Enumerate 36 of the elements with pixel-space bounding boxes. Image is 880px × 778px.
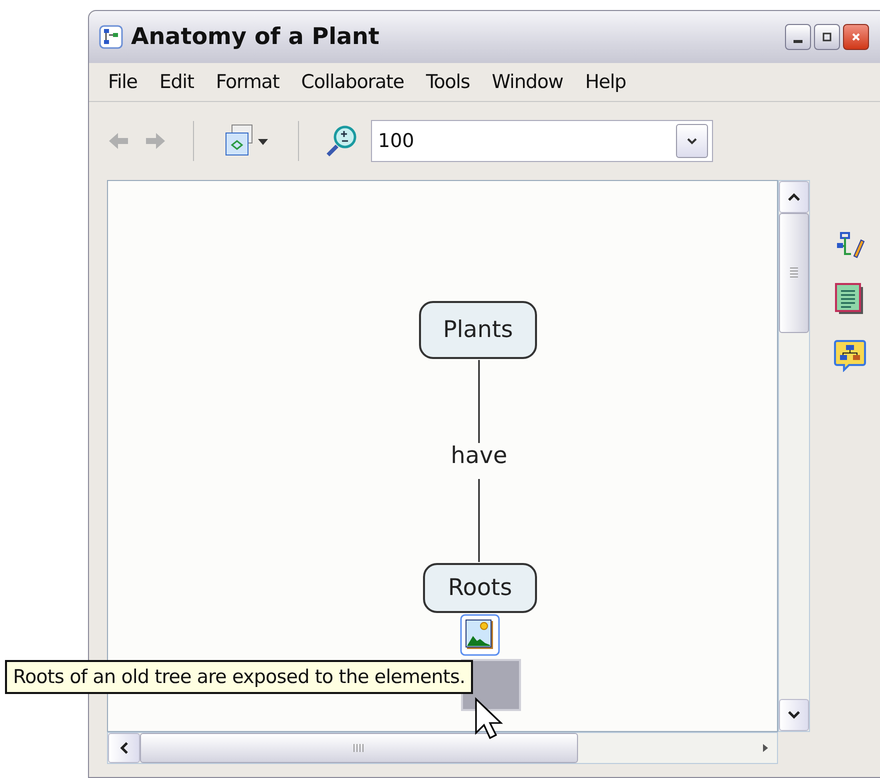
- horizontal-scrollbar[interactable]: [107, 732, 778, 764]
- chevron-down-icon: [787, 710, 801, 720]
- menu-item[interactable]: Collaborate: [290, 71, 415, 93]
- scroll-up-button[interactable]: [779, 181, 809, 213]
- dropdown-button[interactable]: [676, 124, 708, 158]
- chevron-up-icon: [787, 192, 801, 202]
- scroll-thumb[interactable]: [140, 733, 578, 763]
- scroll-left-button[interactable]: [108, 733, 140, 763]
- document-icon[interactable]: [834, 282, 866, 316]
- chevron-down-icon: [686, 136, 698, 146]
- concept-node[interactable]: Plants: [419, 301, 537, 359]
- menu-item[interactable]: Help: [574, 71, 638, 93]
- scroll-down-button[interactable]: [779, 699, 809, 731]
- menu-item[interactable]: File: [97, 71, 148, 93]
- chevron-left-icon: [119, 741, 129, 755]
- maximize-icon: [822, 32, 832, 42]
- zoom-combo-box[interactable]: 100: [371, 120, 713, 162]
- concept-map-icon: [99, 25, 123, 49]
- maximize-button[interactable]: [814, 24, 840, 50]
- zoom-icon[interactable]: [325, 124, 359, 158]
- map-comment-icon[interactable]: [832, 338, 866, 372]
- minimize-icon: [793, 40, 803, 42]
- scroll-thumb[interactable]: [779, 213, 809, 333]
- menu-item[interactable]: Tools: [414, 71, 481, 93]
- tooltip: Roots of an old tree are exposed to the elements.: [5, 660, 474, 694]
- close-icon: [851, 32, 861, 42]
- minimize-button[interactable]: [785, 24, 811, 50]
- menu-item[interactable]: Edit: [148, 71, 205, 93]
- close-button[interactable]: [843, 24, 869, 50]
- window-title: Anatomy of a Plant: [131, 24, 380, 50]
- menu-item[interactable]: Window: [480, 71, 574, 93]
- edit-map-icon[interactable]: [834, 230, 864, 260]
- image-resource-icon[interactable]: [460, 614, 500, 656]
- vertical-scrollbar[interactable]: [778, 180, 810, 732]
- menu-item[interactable]: Format: [204, 71, 290, 93]
- concept-node[interactable]: Roots: [423, 563, 537, 613]
